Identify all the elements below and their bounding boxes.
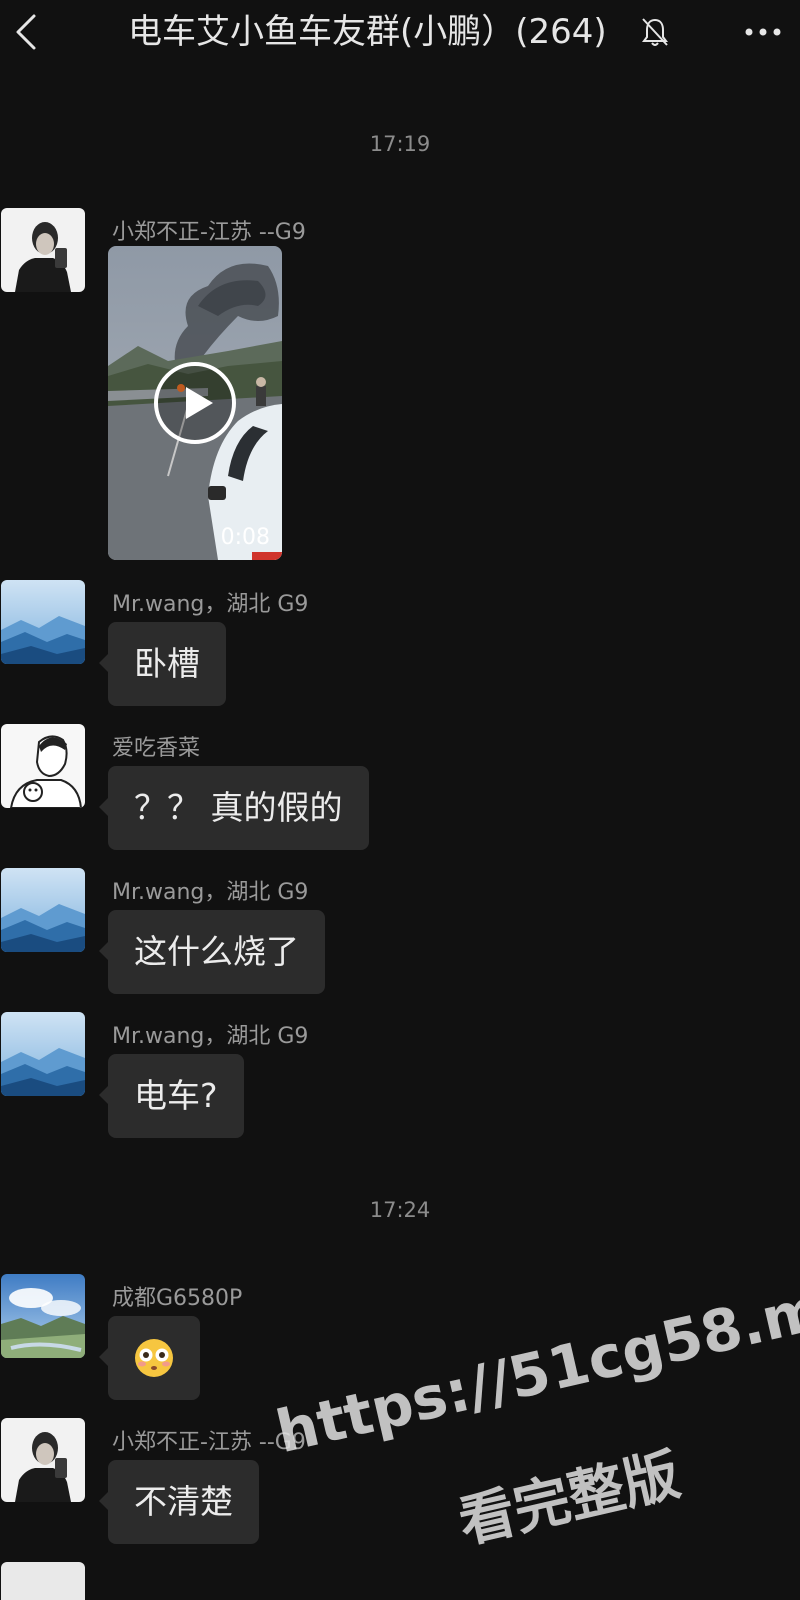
- play-button[interactable]: [153, 361, 237, 445]
- chat-screen: 电车艾小鱼车友群(小鹏）(264) 17:19 小郑不正-江苏 --G9 0:0…: [0, 0, 800, 1600]
- sender-name: Mr.wang，湖北 G9: [112, 592, 309, 617]
- message-item: 小郑不正-江苏 --G9 0:08: [0, 208, 800, 568]
- avatar[interactable]: [1, 724, 85, 808]
- chevron-left-icon: [16, 14, 36, 50]
- bell-off-icon: [640, 16, 670, 48]
- sender-name: 爱吃香菜: [112, 736, 201, 761]
- video-indicator: [252, 552, 282, 560]
- more-options-button[interactable]: [738, 14, 788, 50]
- message-item: Mr.wang，湖北 G9 卧槽: [0, 580, 800, 710]
- avatar[interactable]: [1, 1418, 85, 1502]
- avatar[interactable]: [1, 868, 85, 952]
- message-bubble[interactable]: 电车?: [99, 1054, 244, 1138]
- message-bubble[interactable]: 这什么烧了: [99, 910, 325, 994]
- flushed-emoji-icon: [135, 1339, 173, 1377]
- message-item: 成都G6580P: [0, 1274, 800, 1404]
- sender-name: 小郑不正-江苏 --G9: [112, 220, 306, 245]
- message-item: 爱吃香菜 ？？ 真的假的: [0, 724, 800, 854]
- message-bubble[interactable]: 不清楚: [99, 1460, 259, 1544]
- avatar[interactable]: [1, 1274, 85, 1358]
- more-horizontal-icon: [745, 28, 781, 36]
- message-item: 小郑不正-江苏 --G9 不清楚: [0, 1418, 800, 1548]
- sender-name: Mr.wang，湖北 G9: [112, 880, 309, 905]
- avatar[interactable]: [1, 208, 85, 292]
- message-item: Mr.wang，湖北 G9 这什么烧了: [0, 868, 800, 998]
- avatar[interactable]: [1, 580, 85, 664]
- avatar[interactable]: [1, 1562, 85, 1600]
- avatar[interactable]: [1, 1012, 85, 1096]
- play-icon: [154, 362, 236, 444]
- chat-header: 电车艾小鱼车友群(小鹏）(264): [0, 0, 800, 66]
- video-duration: 0:08: [220, 525, 270, 550]
- message-item: Mr.wang，湖北 G9 电车?: [0, 1012, 800, 1142]
- message-bubble[interactable]: [99, 1316, 200, 1400]
- sender-name: 小郑不正-江苏 --G9: [112, 1430, 306, 1455]
- message-bubble[interactable]: ？？ 真的假的: [99, 766, 369, 850]
- message-bubble[interactable]: 卧槽: [99, 622, 226, 706]
- group-title: 电车艾小鱼车友群(小鹏）(264): [128, 12, 607, 52]
- sender-name: Mr.wang，湖北 G9: [112, 1024, 309, 1049]
- sender-name: 成都G6580P: [112, 1286, 243, 1311]
- back-button[interactable]: [6, 10, 46, 54]
- video-message[interactable]: 0:08: [108, 246, 282, 560]
- timestamp: 17:24: [369, 1198, 431, 1222]
- timestamp: 17:19: [369, 132, 431, 156]
